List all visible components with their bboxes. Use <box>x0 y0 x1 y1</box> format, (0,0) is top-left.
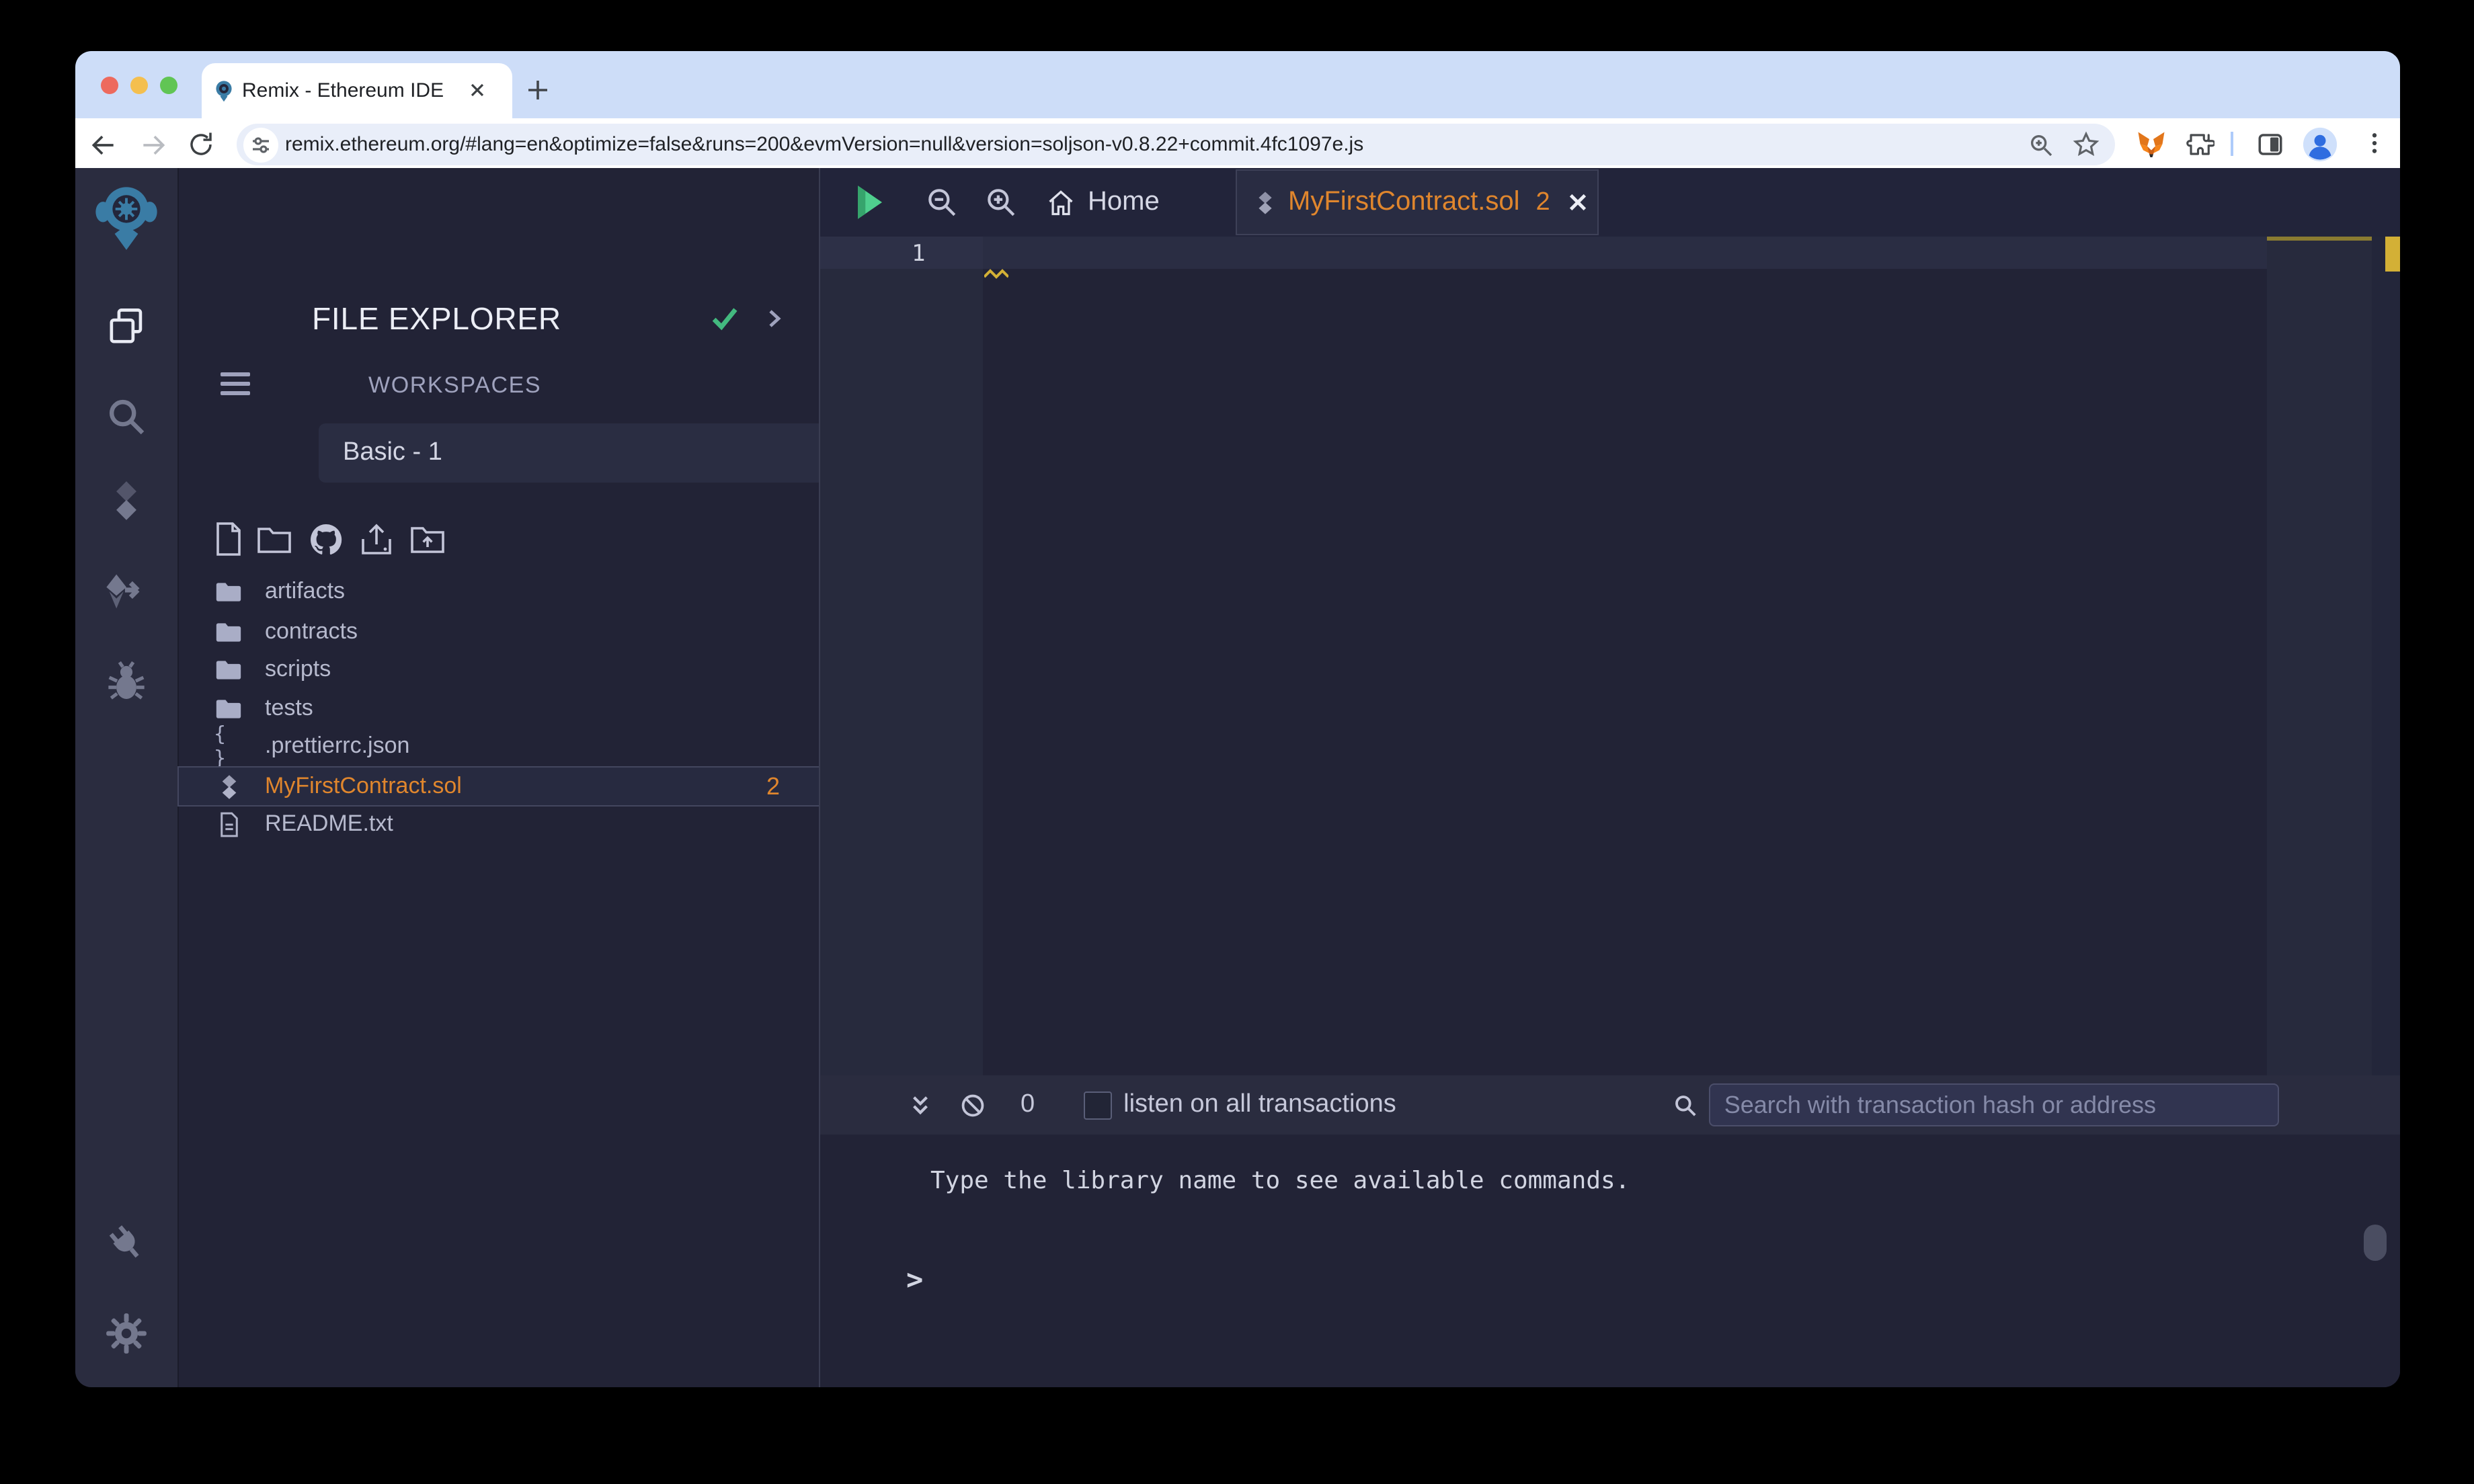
run-script-icon[interactable] <box>854 184 886 220</box>
tree-item-contracts[interactable]: contracts <box>179 613 820 651</box>
pending-tx-count: 0 <box>1021 1090 1035 1118</box>
listen-transactions-checkbox[interactable] <box>1083 1091 1112 1119</box>
editor-gutter: 1 <box>820 237 983 1075</box>
chevron-right-icon[interactable] <box>765 308 784 329</box>
upload-folder-icon[interactable] <box>407 520 448 558</box>
tab-warning-count: 2 <box>1535 188 1550 216</box>
home-tab-label: Home <box>1088 187 1160 216</box>
profile-avatar[interactable] <box>2302 126 2338 163</box>
tab-home[interactable]: Home <box>1046 168 1194 237</box>
search-icon[interactable] <box>90 387 163 446</box>
browser-tab[interactable]: Remix - Ethereum IDE <box>202 63 512 118</box>
workspace-ok-check-icon[interactable] <box>710 305 740 332</box>
metamask-extension-icon[interactable] <box>2135 129 2167 161</box>
terminal-message: Type the library name to see available c… <box>930 1167 1630 1195</box>
tree-item-artifacts[interactable]: artifacts <box>179 573 820 610</box>
current-line-highlight <box>983 237 2267 269</box>
settings-gear-icon[interactable] <box>90 1304 163 1363</box>
github-clone-icon[interactable] <box>305 520 346 558</box>
tree-item-readme[interactable]: README.txt <box>179 805 820 843</box>
scrollbar-warning-marker <box>2385 237 2400 272</box>
back-icon[interactable] <box>89 130 118 160</box>
url-text[interactable]: remix.ethereum.org/#lang=en&optimize=fal… <box>285 133 1363 156</box>
site-settings-icon[interactable] <box>243 128 278 163</box>
split-screen-icon[interactable] <box>2256 130 2284 159</box>
tree-item-prettierrc[interactable]: { } .prettierrc.json <box>179 722 820 770</box>
kebab-menu-icon[interactable] <box>2361 129 2388 157</box>
debugger-icon[interactable] <box>90 651 163 710</box>
zoom-in-icon[interactable] <box>984 186 1018 219</box>
new-folder-icon[interactable] <box>254 520 294 558</box>
plugin-manager-icon[interactable] <box>79 1198 173 1290</box>
transaction-search-input[interactable] <box>1709 1083 2280 1126</box>
editor-zone: Home MyFirstContract.sol 2 1 0 listen on… <box>819 168 2400 1387</box>
workspace-selected-value: Basic - 1 <box>343 438 442 466</box>
active-tab-label: MyFirstContract.sol <box>1288 187 1520 216</box>
reload-icon[interactable] <box>187 130 215 159</box>
solidity-compiler-icon[interactable] <box>90 472 163 531</box>
minimize-window-button[interactable] <box>130 77 148 94</box>
tree-item-tests[interactable]: tests <box>179 690 820 727</box>
home-icon <box>1046 188 1076 217</box>
folder-icon <box>214 658 243 681</box>
upload-file-icon[interactable] <box>356 520 397 558</box>
editor-scrollbar[interactable] <box>2372 237 2400 1075</box>
current-line-gutter-highlight <box>820 237 983 269</box>
editor-code-area[interactable] <box>983 237 2267 1075</box>
new-file-icon[interactable] <box>208 520 249 558</box>
workspaces-menu-icon[interactable] <box>221 371 250 397</box>
remix-favicon <box>212 79 235 102</box>
tree-item-scripts[interactable]: scripts <box>179 651 820 688</box>
terminal-prompt: > <box>906 1264 924 1296</box>
folder-icon <box>214 620 243 643</box>
close-window-button[interactable] <box>101 77 118 94</box>
workspace-select[interactable]: Basic - 1 <box>319 423 887 483</box>
folder-icon <box>214 697 243 720</box>
forward-icon[interactable] <box>138 130 168 160</box>
toolbar-divider <box>2231 132 2233 156</box>
folder-icon <box>214 580 243 603</box>
terminal-output[interactable]: Type the library name to see available c… <box>820 1135 2400 1387</box>
tree-item-myfirstcontract[interactable]: MyFirstContract.sol 2 <box>177 766 822 807</box>
deploy-and-run-icon[interactable] <box>90 562 163 621</box>
collapse-terminal-icon[interactable] <box>909 1094 932 1116</box>
zoom-page-icon[interactable] <box>2028 132 2054 159</box>
remix-logo-icon[interactable] <box>90 187 163 250</box>
file-explorer-icon[interactable] <box>90 297 163 356</box>
tab-myfirstcontract[interactable]: MyFirstContract.sol 2 <box>1236 169 1599 235</box>
new-tab-button[interactable] <box>527 79 549 101</box>
zoom-out-icon[interactable] <box>925 186 959 219</box>
terminal-toolbar: 0 listen on all transactions <box>820 1075 2400 1135</box>
json-braces-icon: { } <box>214 722 226 770</box>
browser-tab-title: Remix - Ethereum IDE <box>242 79 444 102</box>
solidity-file-icon <box>1256 190 1275 214</box>
editor-minimap[interactable] <box>2267 237 2372 1075</box>
warning-squiggle <box>984 269 1008 280</box>
browser-tab-strip: Remix - Ethereum IDE <box>75 51 2400 118</box>
solidity-file-icon <box>214 774 243 799</box>
panel-title: FILE EXPLORER <box>312 301 561 336</box>
listen-transactions-label: listen on all transactions <box>1123 1090 1396 1118</box>
extensions-puzzle-icon[interactable] <box>2186 130 2214 159</box>
screen: Remix - Ethereum IDE remix.ethereum.org/… <box>0 0 2474 1484</box>
close-tab-icon[interactable] <box>468 81 487 99</box>
line-number: 1 <box>912 241 926 267</box>
minimap-warning-line <box>2267 237 2372 241</box>
browser-window: Remix - Ethereum IDE remix.ethereum.org/… <box>75 51 2400 1387</box>
clear-console-icon[interactable] <box>960 1092 986 1118</box>
terminal-scrollbar-thumb[interactable] <box>2364 1225 2387 1261</box>
warning-count-badge: 2 <box>766 772 780 799</box>
workspaces-label: WORKSPACES <box>368 372 542 398</box>
file-explorer-panel: FILE EXPLORER WORKSPACES Basic - 1 artif… <box>177 168 887 1387</box>
activity-bar <box>75 168 177 1387</box>
bookmark-star-icon[interactable] <box>2072 130 2100 159</box>
close-tab-icon[interactable] <box>1566 191 1589 214</box>
text-file-icon <box>214 811 243 837</box>
terminal-search-icon <box>1673 1092 1699 1118</box>
zoom-window-button[interactable] <box>160 77 177 94</box>
editor-tab-bar: Home MyFirstContract.sol 2 <box>820 168 2400 237</box>
